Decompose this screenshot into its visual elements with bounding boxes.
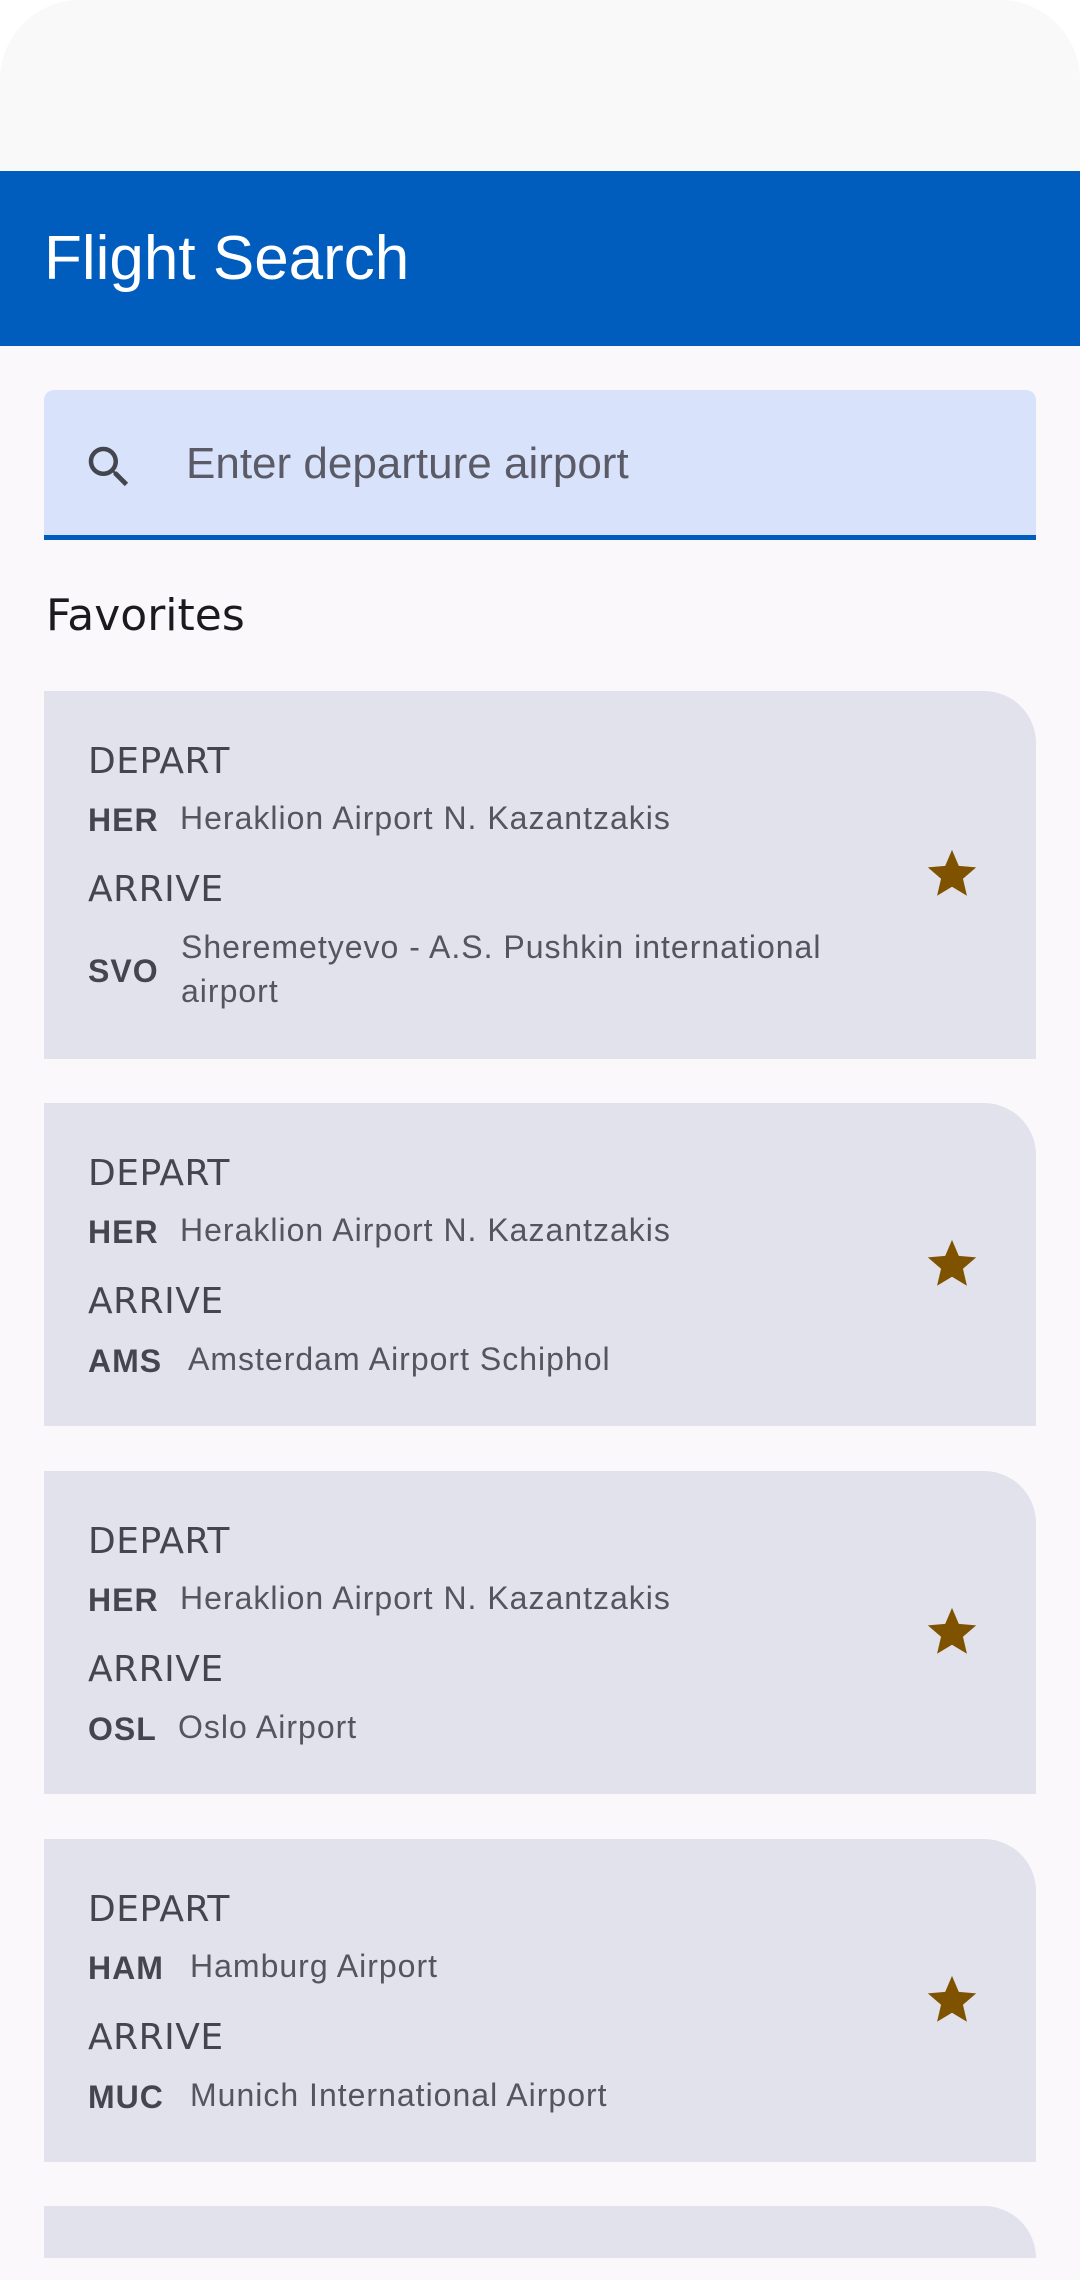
favorite-route-card[interactable]: DEPART HER Heraklion Airport N. Kazantza… xyxy=(44,1103,1036,1426)
arrive-airport-name: Munich International Airport xyxy=(190,2077,608,2113)
status-bar-area xyxy=(0,0,1080,171)
depart-airport-code: HAM xyxy=(88,1950,164,1986)
depart-airport-name: Heraklion Airport N. Kazantzakis xyxy=(180,800,671,836)
arrive-airport-name: Oslo Airport xyxy=(178,1709,358,1745)
arrive-airport-code: OSL xyxy=(88,1711,157,1747)
top-app-bar: Flight Search xyxy=(0,171,1080,346)
depart-airport-name: Heraklion Airport N. Kazantzakis xyxy=(180,1212,671,1248)
depart-label: DEPART xyxy=(88,741,230,782)
arrive-label: ARRIVE xyxy=(88,1281,224,1322)
depart-label: DEPART xyxy=(88,1889,230,1930)
depart-airport-name: Heraklion Airport N. Kazantzakis xyxy=(180,1580,671,1616)
app-title: Flight Search xyxy=(44,224,410,293)
search-input[interactable] xyxy=(186,420,1006,508)
depart-label: DEPART xyxy=(88,1521,230,1562)
star-icon[interactable] xyxy=(922,1971,982,2029)
arrive-label: ARRIVE xyxy=(88,2017,224,2058)
depart-label: DEPART xyxy=(88,1153,230,1194)
favorites-title: Favorites xyxy=(46,590,245,641)
arrive-label: ARRIVE xyxy=(88,1649,224,1690)
arrive-airport-name: Sheremetyevo - A.S. Pushkin internationa… xyxy=(181,929,822,1009)
depart-airport-code: HER xyxy=(88,1582,159,1618)
depart-airport-code: HER xyxy=(88,1214,159,1250)
favorite-route-card[interactable]: DEPART HER Heraklion Airport N. Kazantza… xyxy=(44,691,1036,1059)
favorite-route-card[interactable]: DEPART HER Heraklion Airport N. Kazantza… xyxy=(44,1471,1036,1794)
star-icon[interactable] xyxy=(922,1235,982,1293)
arrive-airport-code: AMS xyxy=(88,1343,163,1379)
arrive-label: ARRIVE xyxy=(88,869,224,910)
arrive-airport-code: SVO xyxy=(88,953,159,989)
search-icon xyxy=(88,446,129,487)
depart-airport-code: HER xyxy=(88,802,159,838)
arrive-airport-name: Amsterdam Airport Schiphol xyxy=(188,1341,611,1377)
app-screen: Flight Search Favorites DEPART HER Herak… xyxy=(0,0,1080,2280)
favorite-route-card-partial[interactable] xyxy=(44,2206,1036,2258)
arrive-airport-code: MUC xyxy=(88,2079,164,2115)
depart-airport-name: Hamburg Airport xyxy=(190,1948,438,1984)
star-icon[interactable] xyxy=(922,845,982,903)
search-field[interactable] xyxy=(44,390,1036,540)
star-icon[interactable] xyxy=(922,1603,982,1661)
favorite-route-card[interactable]: DEPART HAM Hamburg Airport ARRIVE MUC Mu… xyxy=(44,1839,1036,2162)
